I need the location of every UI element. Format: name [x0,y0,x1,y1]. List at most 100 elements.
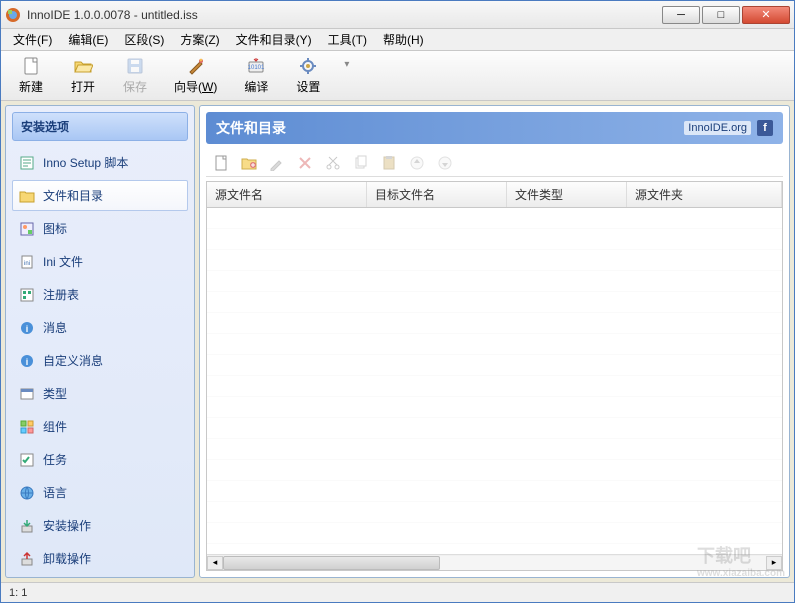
paste-icon[interactable] [380,154,398,172]
down-icon[interactable] [436,154,454,172]
sidebar-item-11[interactable]: 安装操作 [12,510,188,541]
sidebar-item-9[interactable]: 任务 [12,444,188,475]
sidebar-item-label: 图标 [43,220,67,237]
statusbar: 1: 1 [1,582,794,602]
sidebar-item-label: 组件 [43,418,67,435]
compile-icon: 10101 [246,56,266,76]
scroll-right-icon[interactable]: ▸ [766,556,782,570]
scroll-left-icon[interactable]: ◂ [207,556,223,570]
save-button[interactable]: 保存 [113,53,157,98]
sidebar-item-7[interactable]: 类型 [12,378,188,409]
col-file-type[interactable]: 文件类型 [507,182,627,207]
ini-icon: ini [19,254,35,270]
titlebar[interactable]: InnoIDE 1.0.0.0078 - untitled.iss ─ □ ✕ [1,1,794,29]
sidebar-item-6[interactable]: i 自定义消息 [12,345,188,376]
sidebar-header: 安装选项 [12,112,188,141]
up-icon[interactable] [408,154,426,172]
language-icon [19,485,35,501]
maximize-button[interactable]: □ [702,6,740,24]
registry-icon [19,287,35,303]
icons-icon [19,221,35,237]
tasks-icon [19,452,35,468]
open-button[interactable]: 打开 [61,53,105,98]
edit-icon[interactable] [268,154,286,172]
uninstall-icon [19,551,35,567]
info-icon: i [19,353,35,369]
sidebar-item-label: 消息 [43,319,67,336]
window-controls: ─ □ ✕ [662,6,790,24]
sidebar-item-2[interactable]: 图标 [12,213,188,244]
settings-label: 设置 [296,78,320,95]
install-icon [19,518,35,534]
new-label: 新建 [19,78,43,95]
wizard-icon [186,56,206,76]
copy-icon[interactable] [352,154,370,172]
add-folder-icon[interactable] [240,154,258,172]
compile-label: 编译 [244,78,268,95]
wizard-button[interactable]: 向导(W) [165,53,226,98]
menu-tools[interactable]: 工具(T) [320,29,375,50]
table-body[interactable] [207,208,782,554]
save-label: 保存 [123,78,147,95]
content-title: 文件和目录 [216,118,286,138]
sidebar-item-label: 语言 [43,484,67,501]
folder-icon [19,188,35,204]
app-window: InnoIDE 1.0.0.0078 - untitled.iss ─ □ ✕ … [0,0,795,603]
delete-icon[interactable] [296,154,314,172]
new-icon [21,56,41,76]
content-panel: 文件和目录 InnoIDE.org f 源文件名 目标文件名 [199,105,790,578]
sidebar-item-3[interactable]: ini Ini 文件 [12,246,188,277]
menu-file[interactable]: 文件(F) [5,29,60,50]
sidebar-item-1[interactable]: 文件和目录 [12,180,188,211]
col-source-folder[interactable]: 源文件夹 [627,182,782,207]
close-button[interactable]: ✕ [742,6,790,24]
scroll-track[interactable] [223,556,766,570]
innoide-link[interactable]: InnoIDE.org [684,121,751,135]
menu-section[interactable]: 区段(S) [116,29,172,50]
main-toolbar: 新建 打开 保存 向导(W) 10101 编译 设置 ▾ [1,51,794,101]
sidebar-item-10[interactable]: 语言 [12,477,188,508]
new-button[interactable]: 新建 [9,53,53,98]
menu-scheme[interactable]: 方案(Z) [172,29,227,50]
sidebar-item-label: 类型 [43,385,67,402]
facebook-icon[interactable]: f [757,120,773,136]
toolbar-dropdown-icon[interactable]: ▾ [344,59,349,70]
sidebar-item-0[interactable]: Inno Setup 脚本 [12,147,188,178]
svg-text:ini: ini [24,261,30,267]
minimize-button[interactable]: ─ [662,6,700,24]
sidebar-item-label: Ini 文件 [43,253,83,270]
sidebar-list: Inno Setup 脚本文件和目录图标 ini Ini 文件注册表 i 消息 i 自定义消… [12,147,188,571]
content-header: 文件和目录 InnoIDE.org f [206,112,783,144]
menu-edit[interactable]: 编辑(E) [60,29,116,50]
settings-button[interactable]: 设置 [286,53,330,98]
compile-button[interactable]: 10101 编译 [234,53,278,98]
cut-icon[interactable] [324,154,342,172]
h-scrollbar[interactable]: ◂ ▸ [207,554,782,570]
new-file-icon[interactable] [212,154,230,172]
svg-text:i: i [26,357,29,367]
sidebar-item-5[interactable]: i 消息 [12,312,188,343]
file-table: 源文件名 目标文件名 文件类型 源文件夹 ◂ ▸ [206,181,783,571]
components-icon [19,419,35,435]
menu-filesdirs[interactable]: 文件和目录(Y) [228,29,320,50]
sidebar-item-12[interactable]: 卸载操作 [12,543,188,571]
sidebar-item-4[interactable]: 注册表 [12,279,188,310]
col-dest-name[interactable]: 目标文件名 [367,182,507,207]
svg-text:i: i [26,324,29,334]
save-icon [125,56,145,76]
col-source-name[interactable]: 源文件名 [207,182,367,207]
menubar: 文件(F) 编辑(E) 区段(S) 方案(Z) 文件和目录(Y) 工具(T) 帮… [1,29,794,51]
sidebar-item-label: Inno Setup 脚本 [43,154,128,171]
main-area: 安装选项 Inno Setup 脚本文件和目录图标iniIni 文件注册表i消息… [1,101,794,582]
types-icon [19,386,35,402]
scroll-thumb[interactable] [223,556,440,570]
menu-help[interactable]: 帮助(H) [375,29,432,50]
sidebar-item-label: 自定义消息 [43,352,103,369]
sidebar-item-label: 卸载操作 [43,550,91,567]
sidebar-item-label: 文件和目录 [43,187,103,204]
sidebar-item-label: 安装操作 [43,517,91,534]
cursor-position: 1: 1 [9,587,27,599]
window-title: InnoIDE 1.0.0.0078 - untitled.iss [27,8,662,22]
sidebar-item-8[interactable]: 组件 [12,411,188,442]
table-header: 源文件名 目标文件名 文件类型 源文件夹 [207,182,782,208]
